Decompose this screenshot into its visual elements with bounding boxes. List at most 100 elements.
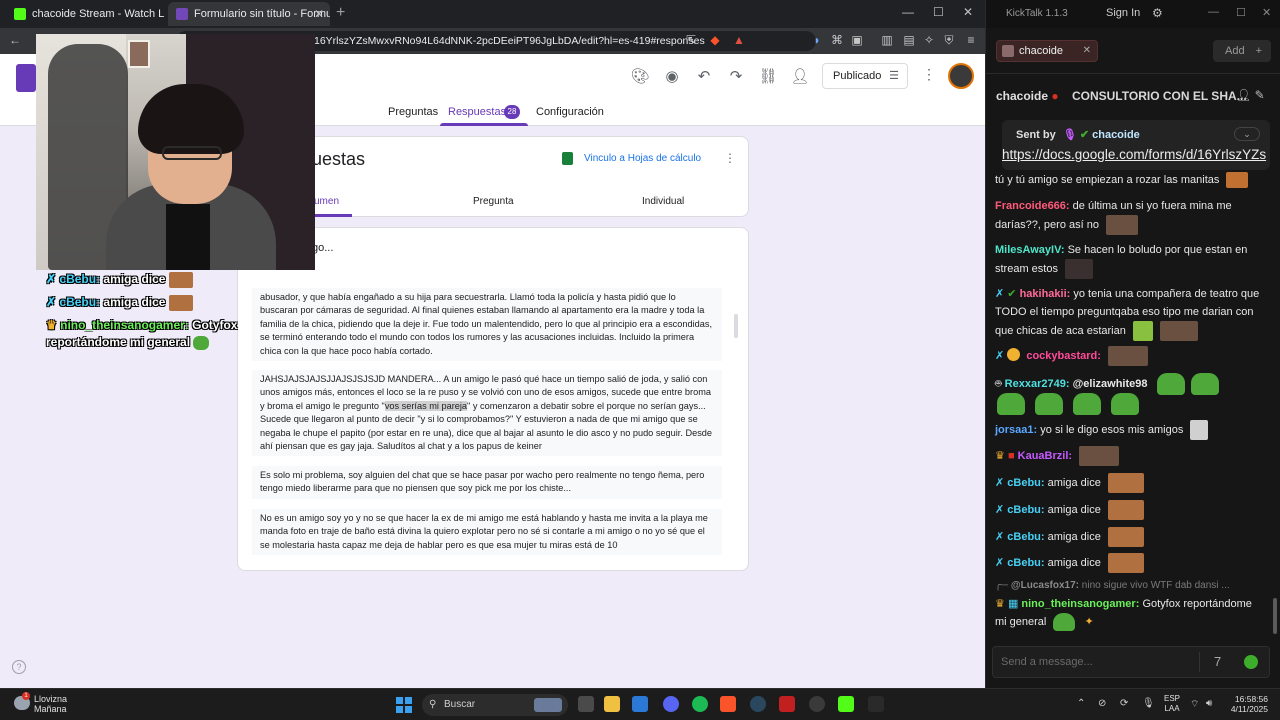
reply-preview[interactable]: ╭─ @Lucasfox17: nino sigue vivo WTF dab …: [995, 577, 1265, 595]
bing-icon[interactable]: [632, 696, 648, 712]
tab-questions[interactable]: Preguntas: [388, 106, 438, 118]
overlay-message: reportándome mi general: [46, 335, 191, 349]
crown-badge-icon: ♛: [995, 598, 1005, 610]
username[interactable]: Francoide666:: [995, 200, 1070, 212]
username[interactable]: cBebu:: [1007, 477, 1044, 489]
kicktalk-icon[interactable]: [838, 696, 854, 712]
overlay-chat-line: ✗ cBebu: amiga dice: [46, 295, 193, 311]
new-tab-icon[interactable]: +: [336, 4, 345, 22]
obs-icon[interactable]: [809, 696, 825, 712]
pinned-link[interactable]: https://docs.google.com/forms/d/16YrlszY…: [1002, 147, 1268, 162]
more-options-icon[interactable]: ⋮: [724, 151, 736, 165]
username[interactable]: jorsaa1:: [995, 424, 1037, 436]
steam-icon[interactable]: [750, 696, 766, 712]
chevron-up-icon[interactable]: ⌃: [1077, 698, 1085, 709]
extension-icon[interactable]: ◗: [808, 31, 826, 49]
response-scrollbar[interactable]: [734, 314, 738, 338]
username[interactable]: cBebu:: [1007, 531, 1044, 543]
sidebar-icon[interactable]: ▥: [878, 31, 896, 49]
undo-icon[interactable]: ↶: [693, 66, 715, 88]
network-icon[interactable]: ⟳: [1120, 698, 1128, 709]
response-item: Es solo mi problema, soy alguien del cha…: [252, 466, 722, 499]
collapse-chevron-icon[interactable]: ⌄: [1234, 127, 1260, 141]
username[interactable]: nino_theinsanogamer:: [1021, 598, 1139, 610]
spotify-icon[interactable]: [692, 696, 708, 712]
share-icon[interactable]: ⇱: [682, 31, 700, 49]
username[interactable]: cBebu:: [1007, 504, 1044, 516]
file-explorer-icon[interactable]: [604, 696, 620, 712]
subtab-individual[interactable]: Individual: [642, 196, 684, 207]
windows-start-icon[interactable]: [396, 697, 412, 713]
brave-icon[interactable]: [720, 696, 736, 712]
help-icon[interactable]: ?: [12, 660, 26, 674]
menu-icon[interactable]: ≡: [962, 31, 980, 49]
chat-message: ✗ cBebu: amiga dice: [995, 553, 1265, 573]
obs-app-icon[interactable]: [779, 696, 795, 712]
taskbar-search[interactable]: ⚲ Buscar: [422, 694, 568, 716]
wallet-icon[interactable]: ▤: [900, 31, 918, 49]
link-to-sheets-button[interactable]: Vinculo a Hojas de cálculo: [562, 152, 701, 165]
username[interactable]: KauaBrzil:: [1018, 450, 1072, 462]
close-window-icon[interactable]: ✕: [1262, 6, 1271, 19]
username[interactable]: MilesAwayIV:: [995, 244, 1065, 256]
add-collaborator-icon[interactable]: 👤︎: [789, 66, 811, 88]
plus-icon: +: [1255, 45, 1263, 57]
minimize-icon[interactable]: —: [902, 5, 914, 19]
translate-icon[interactable]: ⌘: [828, 31, 846, 49]
sword-badge-icon: ✗: [995, 476, 1005, 489]
subtab-summary[interactable]: umen: [314, 196, 339, 207]
chat-input[interactable]: Send a message...: [992, 646, 1270, 678]
task-view-icon[interactable]: [578, 696, 594, 712]
close-channel-icon[interactable]: ✕: [1083, 41, 1091, 61]
back-icon[interactable]: ←: [6, 31, 24, 49]
tab-responses[interactable]: Respuestas: [448, 106, 506, 118]
pin-icon[interactable]: 👤︎ ✎: [1236, 88, 1265, 102]
mic-icon[interactable]: 🎙︎: [1142, 698, 1155, 709]
avatar[interactable]: [948, 63, 974, 89]
published-button[interactable]: Publicado ☰: [822, 63, 908, 89]
username[interactable]: cBebu:: [1007, 557, 1044, 569]
channel-tab[interactable]: chacoide ✕: [996, 40, 1098, 62]
volume-icon[interactable]: 🔊︎: [1206, 698, 1212, 709]
vpn-icon[interactable]: ⛨: [940, 31, 958, 49]
link-icon[interactable]: ⛓: [757, 66, 779, 88]
brave-shield-icon[interactable]: ◆: [706, 31, 724, 49]
clock[interactable]: 16:58:56 4/11/2025: [1222, 694, 1268, 714]
brave-rewards-icon[interactable]: ▲: [730, 31, 748, 49]
more-options-icon[interactable]: ⋮: [922, 66, 936, 83]
epic-games-icon[interactable]: [868, 696, 884, 712]
sign-in-button[interactable]: Sign In: [1106, 7, 1140, 19]
username[interactable]: Rexxar2749:: [1005, 378, 1070, 390]
close-window-icon[interactable]: ✕: [963, 5, 973, 19]
maximize-icon[interactable]: ☐: [1236, 6, 1246, 19]
mute-icon[interactable]: ⊘: [1098, 698, 1106, 709]
7tv-emote-icon[interactable]: 7: [1214, 654, 1221, 669]
wifi-icon[interactable]: ⌔: [1190, 698, 1199, 711]
chat-scrollbar[interactable]: [1273, 598, 1277, 634]
weather-widget[interactable]: Llovizna Mañana: [34, 694, 67, 714]
tab-settings[interactable]: Configuración: [536, 106, 604, 118]
subtab-question[interactable]: Pregunta: [473, 196, 514, 207]
add-channel-button[interactable]: Add +: [1213, 40, 1271, 62]
maximize-icon[interactable]: ☐: [933, 5, 944, 19]
minimize-icon[interactable]: —: [1208, 6, 1219, 18]
language-indicator[interactable]: ESP LAA: [1164, 694, 1180, 714]
username[interactable]: hakihakii:: [1020, 288, 1071, 300]
gear-icon[interactable]: ⚙: [1152, 6, 1163, 20]
kick-emote-icon[interactable]: [1244, 655, 1258, 669]
webcam-overlay: [36, 34, 315, 270]
palette-icon[interactable]: 🎨︎: [629, 66, 651, 88]
forms-logo-icon[interactable]: [16, 64, 36, 92]
pinned-message-bar[interactable]: chacoide ● CONSULTORIO CON EL SHA... 👤︎ …: [986, 84, 1280, 108]
chat-message: ✗ cBebu: amiga dice: [995, 500, 1265, 520]
close-tab-icon[interactable]: ✕: [314, 2, 324, 26]
leo-icon[interactable]: ✧: [920, 31, 938, 49]
redo-icon[interactable]: ↷: [725, 66, 747, 88]
tab-google-forms[interactable]: Formulario sin título - Formulario ✕: [168, 2, 330, 26]
tab-kick-stream[interactable]: chacoide Stream - Watch Live on: [6, 2, 164, 26]
username[interactable]: cockybastard:: [1026, 350, 1101, 362]
screenshot-icon[interactable]: ▣: [848, 31, 866, 49]
webcam-person-shirt: [166, 204, 210, 270]
discord-icon[interactable]: [663, 696, 679, 712]
preview-eye-icon[interactable]: ◉: [661, 66, 683, 88]
